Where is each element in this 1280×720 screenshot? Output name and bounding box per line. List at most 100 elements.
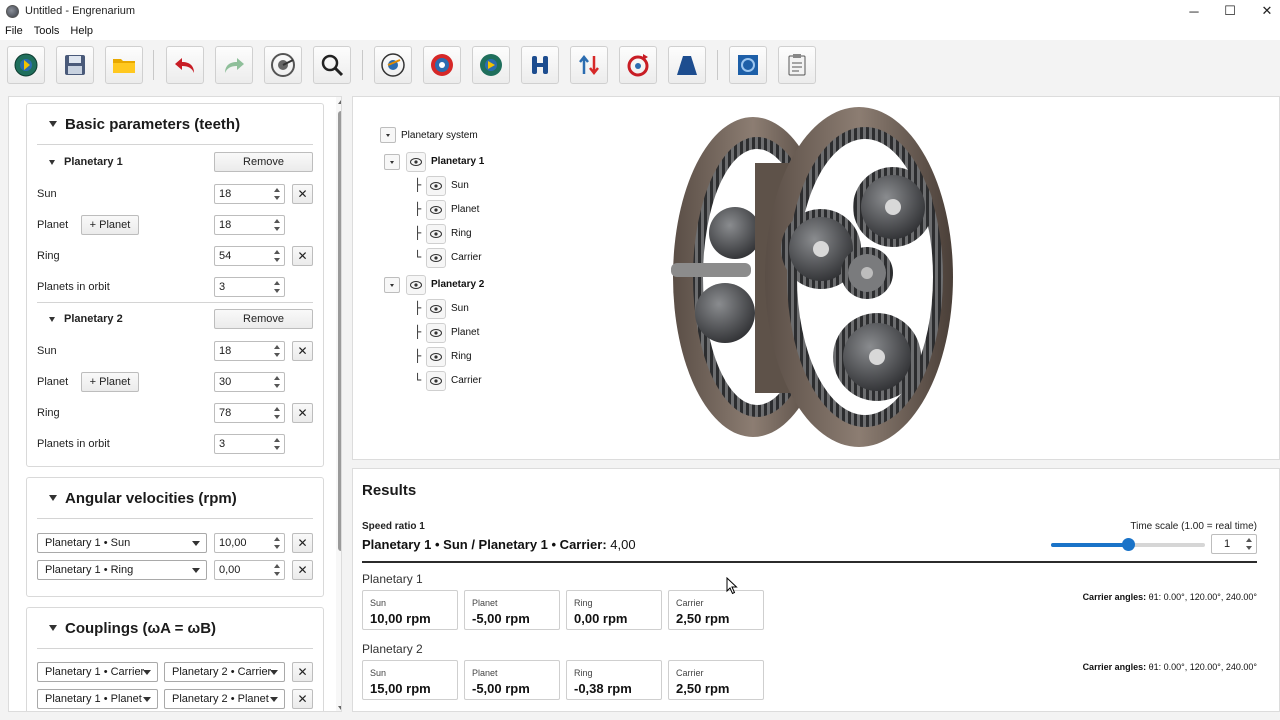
zoom-button[interactable] [313,46,351,84]
clear-ring-button[interactable]: ✕ [292,246,313,266]
eye-icon[interactable] [406,152,426,172]
tree-planetary1-label[interactable]: Planetary 1 [431,156,484,167]
menu-tools[interactable]: Tools [29,25,66,37]
clear-ring-button[interactable]: ✕ [292,403,313,423]
viewport-panel[interactable]: Planetary system Planetary 1 ├ Sun ├ Pla… [352,96,1280,460]
remove-planetary2-button[interactable]: Remove [214,309,313,329]
tree-item-sun[interactable]: Sun [451,303,469,314]
profile-button[interactable] [668,46,706,84]
tree-toggle-root[interactable] [380,127,396,143]
planetary2-ring-input[interactable]: 78 [214,403,285,423]
velocity-value-input[interactable]: 0,00 [214,560,285,580]
spin-arrows-icon[interactable] [274,219,280,231]
menu-help[interactable]: Help [65,25,99,37]
remove-coupling-button[interactable]: ✕ [292,662,313,682]
remove-velocity-button[interactable]: ✕ [292,560,313,580]
velocity-member-select[interactable]: Planetary 1 • Sun [37,533,207,553]
close-button[interactable]: ✕ [1249,0,1280,22]
planetary2-orbit-input[interactable]: 3 [214,434,285,454]
spin-arrows-icon[interactable] [274,188,280,200]
slider-handle[interactable] [1121,538,1135,551]
tree-item-ring[interactable]: Ring [451,228,472,239]
planet-button[interactable] [472,46,510,84]
clipboard-button[interactable] [778,46,816,84]
time-scale-slider[interactable] [1051,538,1205,551]
scroll-down-icon[interactable] [338,706,341,710]
planetary1-header[interactable]: Planetary 1 [49,156,123,168]
eye-icon[interactable] [426,176,446,196]
planetary1-ring-input[interactable]: 54 [214,246,285,266]
tree-planetary2-label[interactable]: Planetary 2 [431,279,484,290]
spin-arrows-icon[interactable] [1246,538,1252,550]
eye-icon[interactable] [426,299,446,319]
planetary1-planet-input[interactable]: 18 [214,215,285,235]
eye-icon[interactable] [426,347,446,367]
planetary2-planet-input[interactable]: 30 [214,372,285,392]
new-button[interactable] [7,46,45,84]
angular-velocities-header[interactable]: Angular velocities (rpm) [27,478,323,518]
eye-icon[interactable] [406,275,426,295]
coupling-b-select[interactable]: Planetary 2 • Planet [164,689,285,709]
spin-arrows-icon[interactable] [274,407,280,419]
tree-item-carrier[interactable]: Carrier [451,375,482,386]
settings-button[interactable] [729,46,767,84]
eye-icon[interactable] [426,200,446,220]
spin-arrows-icon[interactable] [274,250,280,262]
tree-root-label[interactable]: Planetary system [401,130,478,141]
coupling-a-select[interactable]: Planetary 1 • Carrier [37,662,158,682]
eye-icon[interactable] [426,248,446,268]
minimize-button[interactable]: ─ [1176,0,1212,22]
ring-button[interactable] [423,46,461,84]
left-panel-scrollbar[interactable] [336,97,341,711]
basic-parameters-header[interactable]: Basic parameters (teeth) [27,104,323,144]
sun-button[interactable] [374,46,412,84]
tree-item-ring[interactable]: Ring [451,351,472,362]
spin-arrows-icon[interactable] [274,345,280,357]
velocity-value-input[interactable]: 10,00 [214,533,285,553]
add-planet2-button[interactable]: + Planet [81,372,139,392]
view-button[interactable] [264,46,302,84]
tree-item-planet[interactable]: Planet [451,204,479,215]
spin-arrows-icon[interactable] [274,281,280,293]
spin-arrows-icon[interactable] [274,564,280,576]
swap-button[interactable] [570,46,608,84]
eye-icon[interactable] [426,371,446,391]
eye-icon[interactable] [426,323,446,343]
planetary2-header[interactable]: Planetary 2 [49,313,123,325]
scrollbar-thumb[interactable] [338,111,341,551]
clear-sun-button[interactable]: ✕ [292,341,313,361]
menu-file[interactable]: File [0,25,29,37]
couplings-header[interactable]: Couplings (ωA = ωB) [27,608,323,648]
tree-item-carrier[interactable]: Carrier [451,252,482,263]
tree-item-planet[interactable]: Planet [451,327,479,338]
redo-button[interactable] [215,46,253,84]
velocity-member-select[interactable]: Planetary 1 • Ring [37,560,207,580]
tree-toggle-planetary1[interactable] [384,154,400,170]
eye-icon[interactable] [426,224,446,244]
maximize-button[interactable]: ☐ [1212,0,1248,22]
coupling-b-select[interactable]: Planetary 2 • Carrier [164,662,285,682]
scroll-up-icon[interactable] [338,100,341,104]
clear-sun-button[interactable]: ✕ [292,184,313,204]
spin-arrows-icon[interactable] [274,376,280,388]
time-scale-input[interactable]: 1 [1211,534,1257,554]
tree-item-sun[interactable]: Sun [451,180,469,191]
open-button[interactable] [105,46,143,84]
spin-arrows-icon[interactable] [274,537,280,549]
add-planet1-button[interactable]: + Planet [81,215,139,235]
planetary1-sun-input[interactable]: 18 [214,184,285,204]
title-bar: Untitled - Engrenarium ─ ☐ ✕ [0,0,1280,22]
planetary2-sun-input[interactable]: 18 [214,341,285,361]
coupling-a-select[interactable]: Planetary 1 • Planet [37,689,158,709]
planetary1-orbit-input[interactable]: 3 [214,277,285,297]
tree-toggle-planetary2[interactable] [384,277,400,293]
rotation-button[interactable] [619,46,657,84]
remove-coupling-button[interactable]: ✕ [292,689,313,709]
remove-velocity-button[interactable]: ✕ [292,533,313,553]
coupling-button[interactable] [521,46,559,84]
spin-arrows-icon[interactable] [274,438,280,450]
gearbox-3d-view[interactable] [665,103,965,453]
remove-planetary1-button[interactable]: Remove [214,152,313,172]
save-button[interactable] [56,46,94,84]
undo-button[interactable] [166,46,204,84]
